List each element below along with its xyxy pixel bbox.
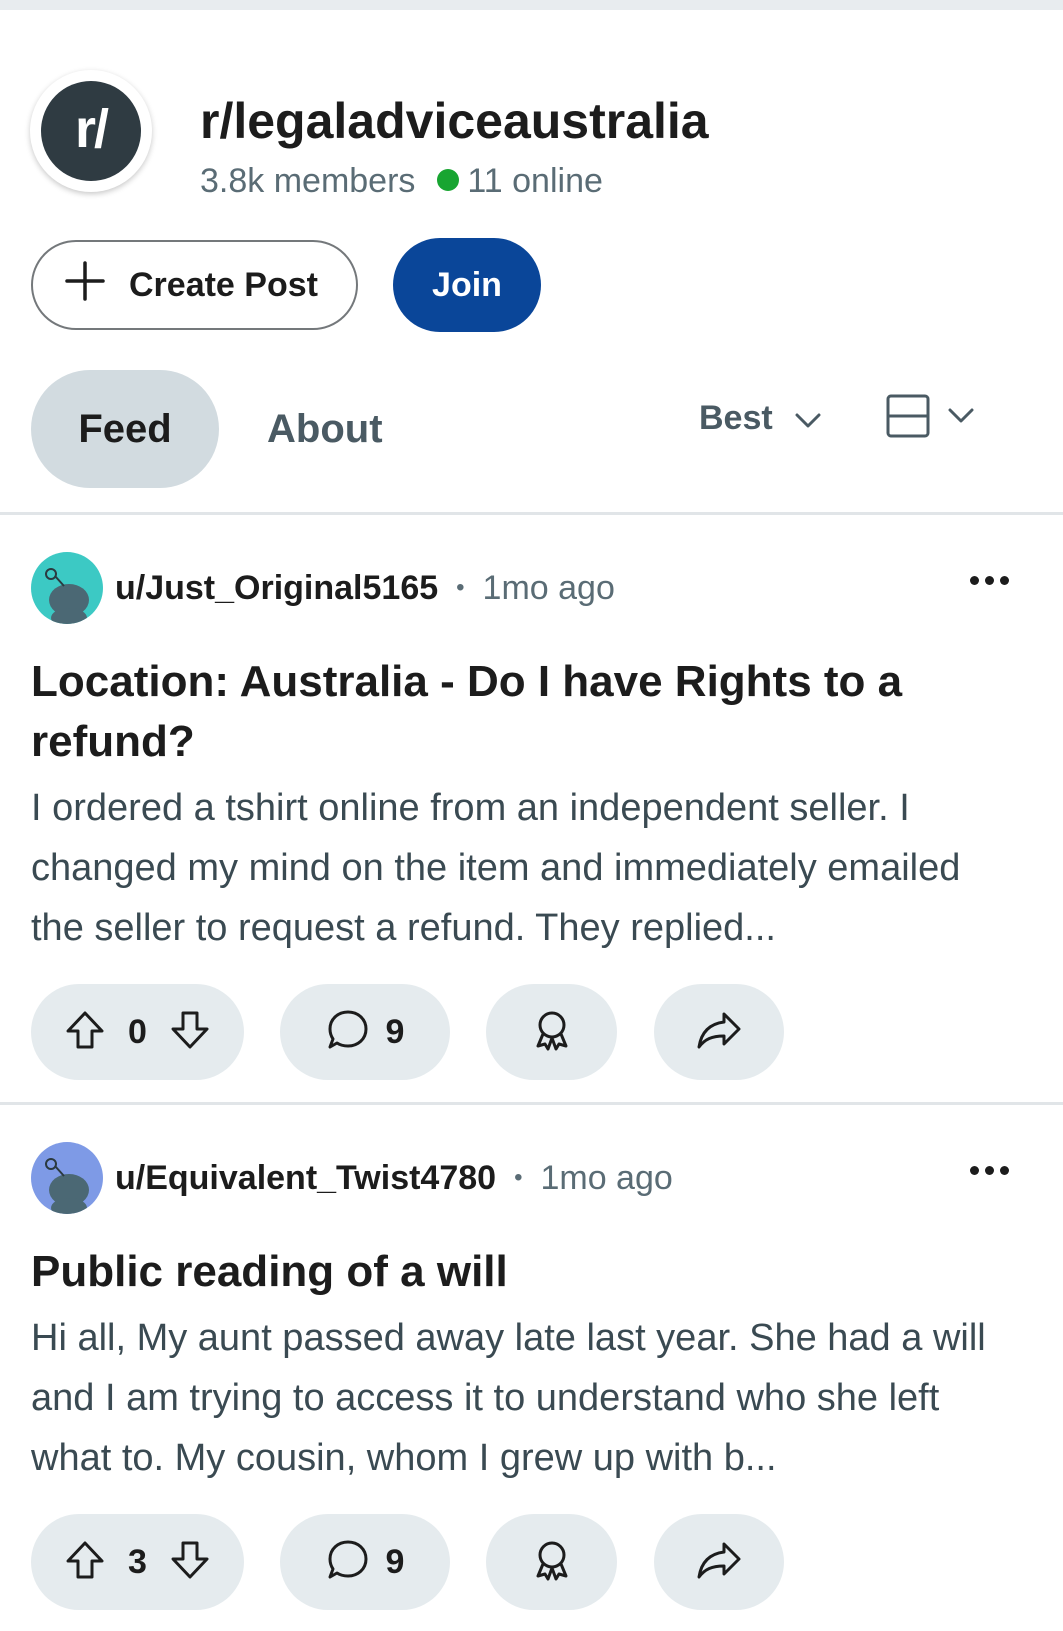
snoo-avatar-icon[interactable] bbox=[31, 552, 103, 624]
subreddit-avatar-text: r/ bbox=[41, 81, 141, 181]
vote-control: 0 bbox=[31, 984, 244, 1080]
divider bbox=[0, 1102, 1063, 1105]
post-header: u/Equivalent_Twist4780 • 1mo ago bbox=[31, 1142, 673, 1214]
post-time: 1mo ago bbox=[540, 1158, 673, 1197]
tab-about[interactable]: About bbox=[267, 370, 383, 488]
online-dot-icon bbox=[437, 169, 460, 191]
plus-icon bbox=[63, 259, 109, 312]
vote-count: 0 bbox=[128, 1012, 147, 1051]
sort-label: Best bbox=[699, 398, 773, 437]
online-count: 11 online bbox=[467, 162, 603, 200]
post-title[interactable]: Location: Australia - Do I have Rights t… bbox=[31, 652, 1011, 772]
share-button[interactable] bbox=[654, 984, 784, 1080]
create-post-button[interactable]: Create Post bbox=[31, 240, 358, 330]
more-options-icon[interactable] bbox=[970, 1166, 1009, 1175]
award-button[interactable] bbox=[486, 984, 617, 1080]
post-header: u/Just_Original5165 • 1mo ago bbox=[31, 552, 615, 624]
chevron-down-icon bbox=[795, 399, 821, 438]
comments-button[interactable]: 9 bbox=[280, 984, 450, 1080]
award-button[interactable] bbox=[486, 1514, 617, 1610]
comment-count: 9 bbox=[385, 1542, 405, 1581]
share-button[interactable] bbox=[654, 1514, 784, 1610]
share-icon bbox=[696, 1540, 742, 1585]
chevron-down-icon bbox=[948, 408, 974, 429]
post-actions: 3 9 bbox=[31, 1514, 1031, 1610]
more-options-icon[interactable] bbox=[970, 576, 1009, 585]
card-view-icon bbox=[886, 394, 930, 443]
vote-count: 3 bbox=[128, 1542, 147, 1581]
view-layout-dropdown[interactable] bbox=[886, 393, 974, 443]
post-username[interactable]: u/Equivalent_Twist4780 bbox=[115, 1159, 496, 1198]
share-icon bbox=[696, 1010, 742, 1055]
create-post-label: Create Post bbox=[129, 265, 318, 304]
tab-feed[interactable]: Feed bbox=[31, 370, 219, 488]
separator-dot: • bbox=[456, 574, 465, 601]
downvote-icon[interactable] bbox=[169, 1539, 211, 1586]
post-card[interactable]: u/Just_Original5165 • 1mo ago Location: … bbox=[0, 552, 1063, 1082]
join-button[interactable]: Join bbox=[393, 238, 541, 332]
vote-control: 3 bbox=[31, 1514, 244, 1610]
separator-dot: • bbox=[514, 1164, 523, 1191]
subreddit-name[interactable]: r/legaladviceaustralia bbox=[200, 92, 709, 150]
snoo-avatar-icon[interactable] bbox=[31, 1142, 103, 1214]
post-time: 1mo ago bbox=[482, 568, 615, 607]
member-count: 3.8k members bbox=[200, 162, 416, 200]
subreddit-stats: 3.8k members 11 online bbox=[200, 162, 603, 201]
downvote-icon[interactable] bbox=[169, 1009, 211, 1056]
subreddit-header: r/ r/legaladviceaustralia 3.8k members 11… bbox=[30, 70, 1030, 200]
comment-icon bbox=[326, 1538, 370, 1587]
post-username[interactable]: u/Just_Original5165 bbox=[115, 569, 438, 608]
upvote-icon[interactable] bbox=[64, 1539, 106, 1586]
post-card[interactable]: u/Equivalent_Twist4780 • 1mo ago Public … bbox=[0, 1142, 1063, 1622]
subreddit-avatar[interactable]: r/ bbox=[30, 70, 152, 192]
award-icon bbox=[530, 1008, 574, 1057]
upvote-icon[interactable] bbox=[64, 1009, 106, 1056]
award-icon bbox=[530, 1538, 574, 1587]
status-bar-strip bbox=[0, 0, 1063, 10]
comments-button[interactable]: 9 bbox=[280, 1514, 450, 1610]
post-body[interactable]: I ordered a tshirt online from an indepe… bbox=[31, 778, 1021, 958]
post-actions: 0 9 bbox=[31, 984, 1031, 1080]
post-title[interactable]: Public reading of a will bbox=[31, 1242, 1011, 1302]
divider bbox=[0, 512, 1063, 515]
sort-dropdown[interactable]: Best bbox=[699, 390, 821, 446]
comment-count: 9 bbox=[385, 1012, 405, 1051]
post-body[interactable]: Hi all, My aunt passed away late last ye… bbox=[31, 1308, 1021, 1488]
comment-icon bbox=[326, 1008, 370, 1057]
